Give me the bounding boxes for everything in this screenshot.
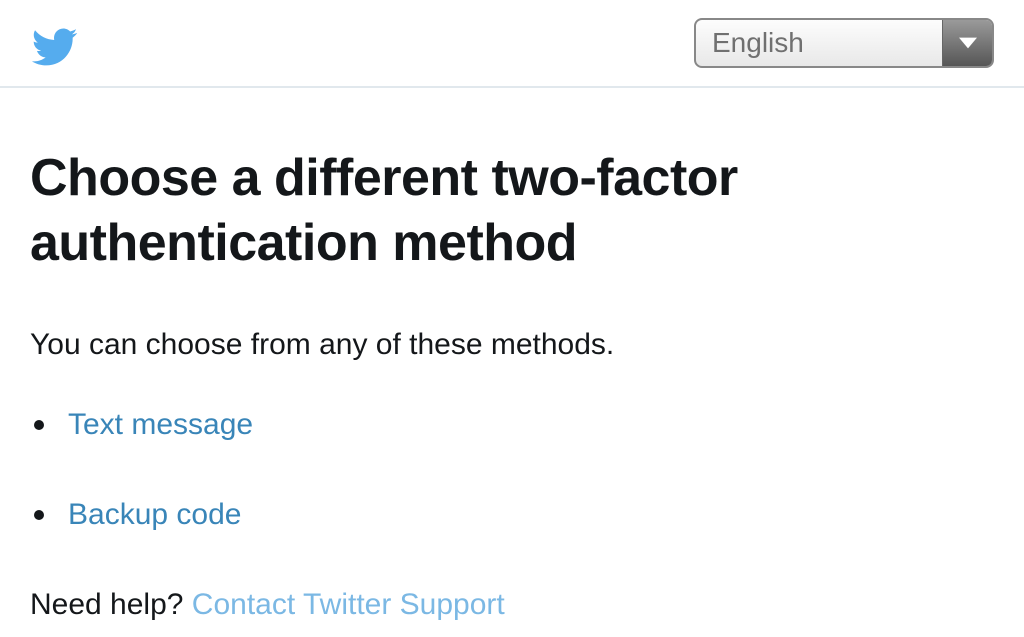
page-header: English [0,0,1024,88]
text-message-link[interactable]: Text message [68,408,253,442]
page-subtitle: You can choose from any of these methods… [30,328,994,362]
main-content: Choose a different two-factor authentica… [0,88,1024,622]
help-prefix: Need help? [30,588,192,621]
bullet-icon [34,420,44,430]
page-title: Choose a different two-factor authentica… [30,146,994,276]
contact-support-link[interactable]: Contact Twitter Support [192,588,505,621]
list-item: Backup code [34,498,994,532]
help-row: Need help? Contact Twitter Support [30,588,994,622]
method-list: Text message Backup code [30,408,994,532]
list-item: Text message [34,408,994,442]
bullet-icon [34,510,44,520]
twitter-logo [30,23,78,63]
dropdown-arrow-icon [942,20,992,66]
backup-code-link[interactable]: Backup code [68,498,241,532]
language-selector-value: English [696,27,942,59]
language-selector[interactable]: English [694,18,994,68]
twitter-bird-icon [30,23,78,71]
